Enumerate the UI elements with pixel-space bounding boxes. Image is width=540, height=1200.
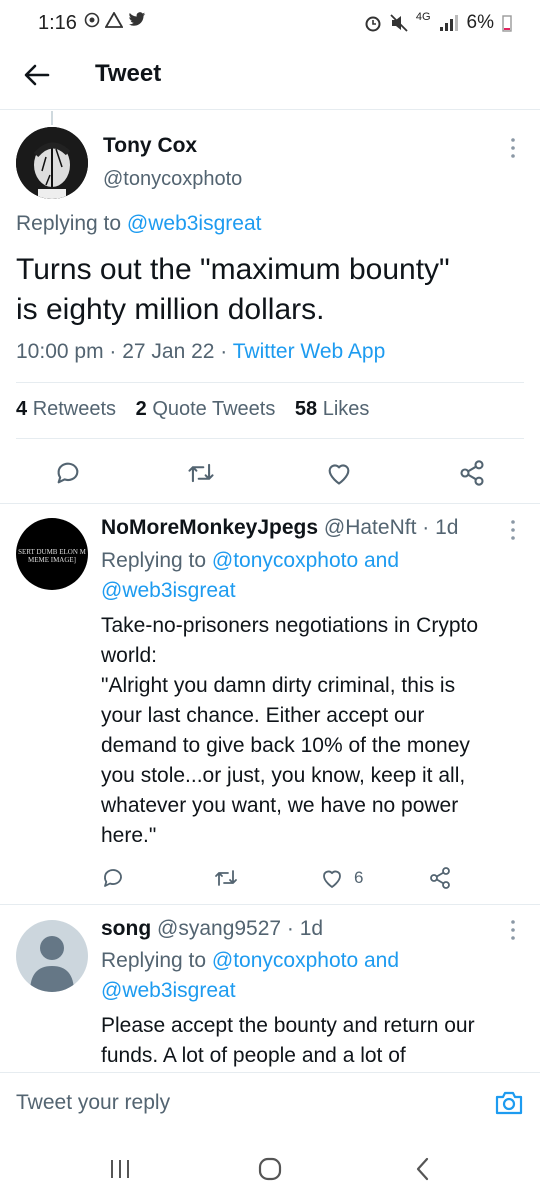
like-count: 6	[354, 868, 364, 887]
divider	[16, 438, 524, 439]
retweets-count: 4	[16, 398, 28, 420]
reply-header: NoMoreMonkeyJpegs @HateNft · 1d	[101, 516, 458, 540]
like-icon[interactable]	[320, 866, 344, 890]
status-bar: 1:16 4G 6%	[0, 0, 540, 48]
quotes-count: 2	[135, 398, 147, 420]
reply-text-line: here."	[101, 824, 157, 847]
divider	[16, 382, 524, 383]
replying-prefix: Replying to	[16, 212, 127, 235]
more-options-icon[interactable]	[508, 518, 518, 542]
replying-prefix: Replying to	[101, 549, 212, 572]
avatar[interactable]	[16, 920, 88, 992]
reply-icon[interactable]	[101, 866, 125, 890]
replying-prefix: Replying to	[101, 949, 212, 972]
share-icon[interactable]	[458, 459, 486, 487]
replying-and: and	[358, 549, 400, 572]
replying-to: Replying to @tonycoxphoto and @web3isgre…	[101, 546, 399, 606]
reply-text-line: funds. A lot of people and a lot of	[101, 1044, 406, 1067]
author-name[interactable]: Tony Cox	[103, 134, 197, 158]
likes-stat[interactable]: 58 Likes	[295, 398, 370, 420]
reply-icon[interactable]	[54, 459, 82, 487]
source-link[interactable]: Twitter Web App	[233, 340, 386, 363]
more-options-icon[interactable]	[508, 136, 518, 160]
author-name[interactable]: song	[101, 917, 151, 940]
avatar[interactable]	[16, 127, 88, 199]
likes-count: 58	[294, 398, 318, 420]
reply-text: Please accept the bounty and return our …	[101, 1011, 475, 1071]
replying-and: and	[358, 949, 400, 972]
alarm-icon	[365, 16, 381, 32]
back-nav-icon[interactable]	[415, 1157, 431, 1181]
top-app-bar: Tweet	[0, 48, 540, 110]
reply-text-line: you stole...or just, you know, keep it a…	[101, 764, 466, 787]
reply-text-line: "Alright you damn dirty criminal, this i…	[101, 674, 456, 697]
network-type: 4G	[415, 11, 431, 23]
battery-icon	[502, 15, 512, 32]
retweet-icon[interactable]	[186, 459, 216, 487]
status-right-icons: 4G 6%	[364, 11, 512, 34]
mention-link[interactable]: @tonycoxphoto	[212, 949, 358, 972]
author-handle[interactable]: @tonycoxphoto	[103, 168, 242, 191]
tweet-timestamp: 10:00 pm · 27 Jan 22 · Twitter Web App	[16, 340, 385, 364]
retweets-label: Retweets	[32, 398, 117, 420]
retweet-icon[interactable]	[213, 866, 239, 890]
mention-link[interactable]: @tonycoxphoto	[212, 549, 358, 572]
page-title: Tweet	[95, 60, 162, 87]
replying-to: Replying to @tonycoxphoto and @web3isgre…	[101, 946, 399, 1006]
system-nav-bar	[0, 1134, 540, 1200]
back-arrow-icon[interactable]	[22, 60, 52, 90]
avatar-caption: MEME IMAGE]	[27, 556, 77, 564]
tweet-stats: 4 Retweets 2 Quote Tweets 58 Likes	[16, 398, 369, 421]
signal-icon	[439, 15, 458, 31]
more-options-icon[interactable]	[508, 918, 518, 942]
reply-composer: Tweet your reply	[0, 1072, 540, 1134]
status-left-icons	[84, 12, 146, 28]
mention-link[interactable]: @web3isgreat	[101, 579, 236, 602]
like-action[interactable]: 6	[320, 866, 363, 890]
sync-icon	[84, 12, 100, 28]
retweets-stat[interactable]: 4 Retweets	[16, 398, 116, 420]
quotes-stat[interactable]: 2 Quote Tweets	[136, 398, 276, 420]
avatar-caption: SERT DUMB ELON M	[18, 548, 86, 556]
tweet-text: Turns out the "maximum bounty" is eighty…	[16, 250, 450, 330]
reply-input[interactable]: Tweet your reply	[16, 1091, 170, 1115]
replying-to: Replying to @web3isgreat	[16, 212, 261, 236]
home-icon[interactable]	[258, 1157, 282, 1181]
reply-text-line: world:	[101, 644, 158, 667]
divider	[0, 904, 540, 905]
like-icon[interactable]	[325, 459, 353, 487]
divider	[0, 503, 540, 504]
status-time: 1:16	[38, 12, 77, 34]
share-icon[interactable]	[428, 866, 452, 890]
reply-age: · 1d	[416, 516, 459, 539]
reply-header: song @syang9527 · 1d	[101, 917, 323, 941]
battery-percent: 6%	[466, 12, 494, 33]
recent-apps-icon[interactable]	[108, 1158, 132, 1180]
mention-link[interactable]: @web3isgreat	[101, 979, 236, 1002]
reply-age: · 1d	[281, 917, 324, 940]
warning-icon	[105, 12, 123, 28]
tweet-text-line: is eighty million dollars.	[16, 293, 325, 326]
timestamp-text: 10:00 pm · 27 Jan 22 ·	[16, 340, 233, 363]
quotes-label: Quote Tweets	[152, 398, 276, 420]
reply-text-line: whatever you want, we have no power	[101, 794, 459, 817]
author-handle[interactable]: @HateNft	[324, 516, 417, 539]
camera-icon[interactable]	[494, 1089, 524, 1117]
thread-connector	[51, 111, 53, 125]
mute-icon	[390, 14, 408, 32]
avatar[interactable]: SERT DUMB ELON M MEME IMAGE]	[16, 518, 88, 590]
mention-link[interactable]: @web3isgreat	[127, 212, 262, 235]
twitter-bird-icon	[128, 12, 146, 26]
reply-text: Take-no-prisoners negotiations in Crypto…	[101, 611, 478, 851]
reply-text-line: your last chance. Either accept our	[101, 704, 425, 727]
reply-text-line: Please accept the bounty and return our	[101, 1014, 475, 1037]
author-handle[interactable]: @syang9527	[157, 917, 281, 940]
likes-label: Likes	[322, 398, 370, 420]
reply-text-line: Take-no-prisoners negotiations in Crypto	[101, 614, 479, 637]
tweet-text-line: Turns out the "maximum bounty"	[16, 253, 450, 286]
reply-text-line: demand to give back 10% of the money	[101, 734, 470, 757]
author-name[interactable]: NoMoreMonkeyJpegs	[101, 516, 318, 539]
